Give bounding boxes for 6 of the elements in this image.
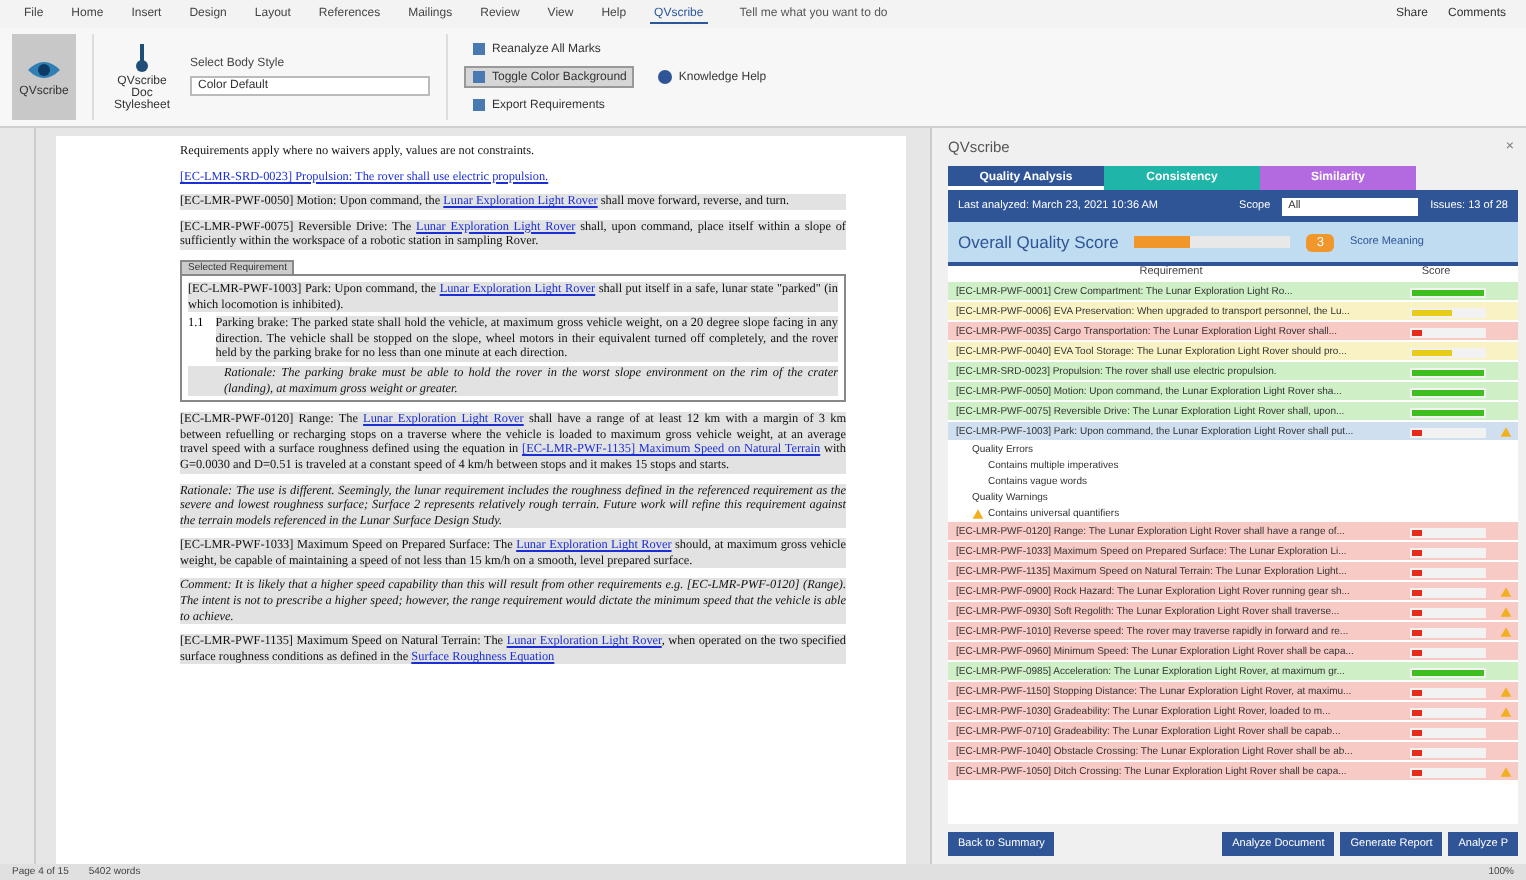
help-icon (658, 70, 673, 84)
score-title: Overall Quality Score (958, 232, 1119, 252)
eye-logo-icon (26, 57, 62, 81)
warning-icon (1500, 766, 1512, 778)
warning-icon (1500, 426, 1512, 438)
thermometer-icon (134, 43, 150, 71)
